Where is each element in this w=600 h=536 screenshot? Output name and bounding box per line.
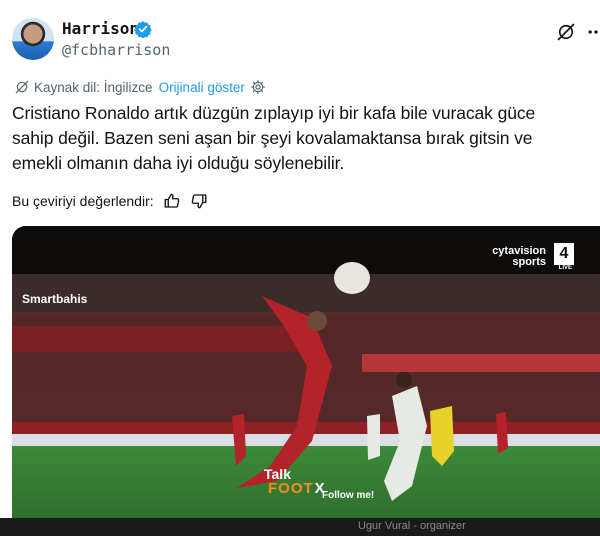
- watermark-foot: FOOTX: [268, 480, 326, 497]
- verified-badge-icon: [134, 21, 152, 38]
- tweet-text-line: emekli olmanın daha iyi olduğu söylenebi…: [12, 153, 345, 173]
- broadcaster-sub: sports: [512, 256, 546, 268]
- display-name[interactable]: Harrison: [62, 19, 139, 38]
- translate-icon: [15, 80, 29, 94]
- rate-translation-row: Bu çeviriyi değerlendir:: [12, 191, 208, 211]
- thumbs-up-icon[interactable]: [163, 192, 181, 210]
- tweet-header: Harrison @fcbharrison: [12, 16, 598, 62]
- channel-number: 4: [554, 243, 574, 265]
- live-badge: LIVE: [558, 265, 572, 271]
- gear-icon[interactable]: [250, 79, 266, 95]
- watermark-foot-text: FOOT: [268, 480, 314, 497]
- author-handle[interactable]: @fcbharrison: [62, 41, 170, 59]
- video-frame: [12, 226, 600, 518]
- tweet-text-line: sahip değil. Bazen seni aşan bir şeyi ko…: [12, 128, 533, 148]
- grok-icon[interactable]: [556, 22, 576, 42]
- translation-info: Kaynak dil: İngilizce Orijinali göster: [14, 78, 266, 96]
- follow-me-text: Follow me!: [322, 490, 375, 501]
- organizer-overlay-text: Ugur Vural - organizer: [358, 520, 466, 532]
- more-options-icon[interactable]: [586, 22, 600, 42]
- show-original-link[interactable]: Orijinali göster: [159, 80, 245, 95]
- source-language-label: Kaynak dil: İngilizce: [34, 79, 153, 95]
- bottom-bar: [0, 518, 600, 536]
- tweet-text: Cristiano Ronaldo artık düzgün zıplayıp …: [12, 101, 592, 176]
- video-player[interactable]: cytavision sports 4 LIVE Smartbahis Talk…: [12, 226, 600, 518]
- tweet-text-line: Cristiano Ronaldo artık düzgün zıplayıp …: [12, 103, 536, 123]
- avatar[interactable]: [12, 18, 54, 60]
- thumbs-down-icon[interactable]: [190, 192, 208, 210]
- sponsor-logo: Smartbahis: [22, 292, 88, 306]
- rate-translation-label: Bu çeviriyi değerlendir:: [12, 193, 154, 209]
